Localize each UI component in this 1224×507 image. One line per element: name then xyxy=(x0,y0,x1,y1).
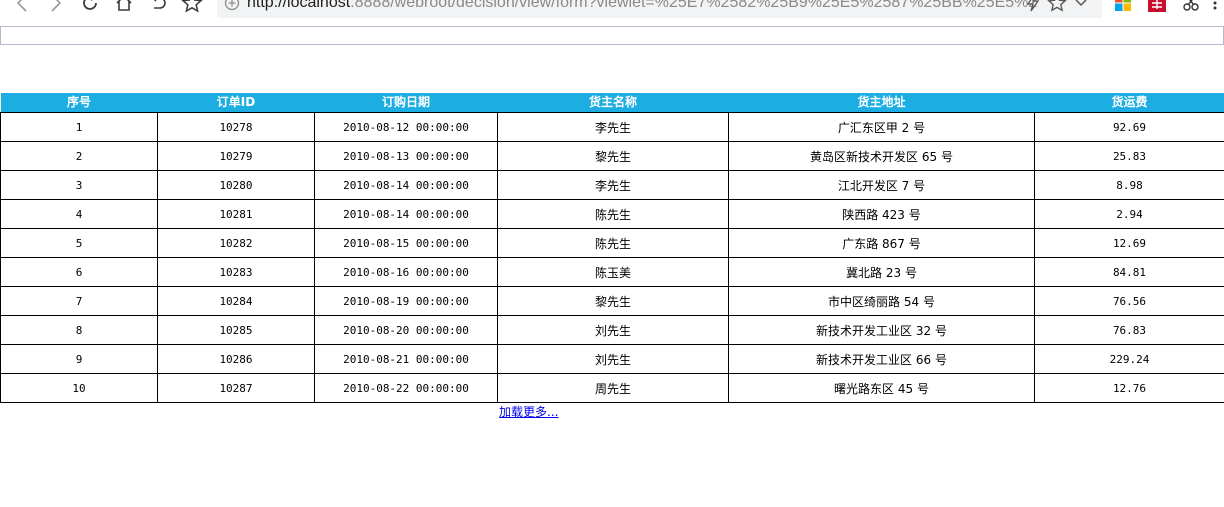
table-row: 10 10287 2010-08-22 00:00:00 周先生 曙光路东区 4… xyxy=(0,373,1224,403)
header-shipper-name: 货主名称 xyxy=(497,93,729,113)
red-app-icon[interactable] xyxy=(1146,0,1168,18)
table-row: 8 10285 2010-08-20 00:00:00 刘先生 新技术开发工业区… xyxy=(0,315,1224,345)
cell-order-date: 2010-08-21 00:00:00 xyxy=(314,344,498,374)
cell-index: 9 xyxy=(0,344,158,374)
cell-order-date: 2010-08-16 00:00:00 xyxy=(314,257,498,287)
cell-shipper-name: 周先生 xyxy=(497,373,729,403)
cell-order-id: 10278 xyxy=(157,112,315,142)
cell-order-date: 2010-08-12 00:00:00 xyxy=(314,112,498,142)
cell-order-id: 10285 xyxy=(157,315,315,345)
table-header-row: 序号 订单ID 订购日期 货主名称 货主地址 货运费 xyxy=(0,93,1224,113)
header-order-date: 订购日期 xyxy=(314,93,498,113)
cell-shipper-name: 李先生 xyxy=(497,112,729,142)
forward-icon[interactable] xyxy=(46,0,66,18)
cell-order-date: 2010-08-22 00:00:00 xyxy=(314,373,498,403)
address-bar[interactable]: http://localhost:8888/webroot/decision/v… xyxy=(217,0,1102,18)
header-freight: 货运费 xyxy=(1034,93,1224,113)
cell-order-id: 10287 xyxy=(157,373,315,403)
bookmark-star-icon[interactable] xyxy=(180,0,204,18)
browser-toolbar: http://localhost:8888/webroot/decision/v… xyxy=(0,0,1224,18)
cell-order-id: 10282 xyxy=(157,228,315,258)
home-icon[interactable] xyxy=(112,0,136,18)
cell-freight: 229.24 xyxy=(1034,344,1224,374)
cell-shipper-address: 市中区绮丽路 54 号 xyxy=(728,286,1035,316)
cell-shipper-address: 曙光路东区 45 号 xyxy=(728,373,1035,403)
cell-shipper-address: 新技术开发工业区 66 号 xyxy=(728,344,1035,374)
cell-shipper-address: 广东路 867 号 xyxy=(728,228,1035,258)
cell-order-id: 10280 xyxy=(157,170,315,200)
cell-order-date: 2010-08-13 00:00:00 xyxy=(314,141,498,171)
lightning-icon[interactable] xyxy=(1023,0,1043,18)
table-row: 1 10278 2010-08-12 00:00:00 李先生 广汇东区甲 2 … xyxy=(0,112,1224,142)
cell-freight: 76.83 xyxy=(1034,315,1224,345)
favorite-star-icon[interactable] xyxy=(1045,0,1069,18)
cell-order-date: 2010-08-19 00:00:00 xyxy=(314,286,498,316)
cell-shipper-name: 陈先生 xyxy=(497,228,729,258)
table-row: 6 10283 2010-08-16 00:00:00 陈玉美 冀北路 23 号… xyxy=(0,257,1224,287)
reload-icon[interactable] xyxy=(78,0,102,18)
cell-shipper-name: 黎先生 xyxy=(497,286,729,316)
cell-order-id: 10283 xyxy=(157,257,315,287)
cell-shipper-name: 陈先生 xyxy=(497,199,729,229)
cell-shipper-name: 刘先生 xyxy=(497,315,729,345)
back-icon[interactable] xyxy=(12,0,32,18)
cell-shipper-address: 黄岛区新技术开发区 65 号 xyxy=(728,141,1035,171)
table-row: 4 10281 2010-08-14 00:00:00 陈先生 陕西路 423 … xyxy=(0,199,1224,229)
cell-shipper-name: 黎先生 xyxy=(497,141,729,171)
cell-shipper-name: 陈玉美 xyxy=(497,257,729,287)
cell-freight: 76.56 xyxy=(1034,286,1224,316)
cell-shipper-address: 江北开发区 7 号 xyxy=(728,170,1035,200)
cell-freight: 92.69 xyxy=(1034,112,1224,142)
cell-freight: 8.98 xyxy=(1034,170,1224,200)
scissors-icon[interactable] xyxy=(1180,0,1202,18)
report-table: 序号 订单ID 订购日期 货主名称 货主地址 货运费 1 10278 2010-… xyxy=(0,93,1224,403)
site-info-icon[interactable] xyxy=(223,0,241,18)
table-row: 5 10282 2010-08-15 00:00:00 陈先生 广东路 867 … xyxy=(0,228,1224,258)
cell-index: 8 xyxy=(0,315,158,345)
windows-logo-icon[interactable] xyxy=(1112,0,1134,18)
cell-shipper-name: 刘先生 xyxy=(497,344,729,374)
cell-shipper-address: 新技术开发工业区 32 号 xyxy=(728,315,1035,345)
cell-order-id: 10286 xyxy=(157,344,315,374)
url-path: :8888/webroot/decision/view/form?viewlet… xyxy=(350,0,1037,11)
cell-index: 1 xyxy=(0,112,158,142)
url-text[interactable]: http://localhost:8888/webroot/decision/v… xyxy=(247,0,1037,18)
load-more-link[interactable]: 加载更多... xyxy=(499,403,558,420)
cell-freight: 25.83 xyxy=(1034,141,1224,171)
cell-order-id: 10279 xyxy=(157,141,315,171)
cell-index: 10 xyxy=(0,373,158,403)
cell-index: 7 xyxy=(0,286,158,316)
cell-order-date: 2010-08-14 00:00:00 xyxy=(314,170,498,200)
cell-index: 5 xyxy=(0,228,158,258)
url-host: http://localhost xyxy=(247,0,351,11)
cell-order-id: 10284 xyxy=(157,286,315,316)
cell-order-id: 10281 xyxy=(157,199,315,229)
cell-freight: 12.76 xyxy=(1034,373,1224,403)
cell-order-date: 2010-08-14 00:00:00 xyxy=(314,199,498,229)
cell-shipper-address: 广汇东区甲 2 号 xyxy=(728,112,1035,142)
undo-icon[interactable] xyxy=(146,0,170,18)
cell-index: 6 xyxy=(0,257,158,287)
header-index: 序号 xyxy=(0,93,158,113)
cell-order-date: 2010-08-20 00:00:00 xyxy=(314,315,498,345)
table-row: 9 10286 2010-08-21 00:00:00 刘先生 新技术开发工业区… xyxy=(0,344,1224,374)
cell-shipper-address: 冀北路 23 号 xyxy=(728,257,1035,287)
menu-icon[interactable] xyxy=(1208,0,1222,18)
cell-order-date: 2010-08-15 00:00:00 xyxy=(314,228,498,258)
cell-freight: 2.94 xyxy=(1034,199,1224,229)
cell-index: 4 xyxy=(0,199,158,229)
cell-freight: 12.69 xyxy=(1034,228,1224,258)
cell-shipper-address: 陕西路 423 号 xyxy=(728,199,1035,229)
dropdown-chevron-icon[interactable] xyxy=(1071,0,1091,18)
cell-freight: 84.81 xyxy=(1034,257,1224,287)
table-row: 2 10279 2010-08-13 00:00:00 黎先生 黄岛区新技术开发… xyxy=(0,141,1224,171)
cell-index: 3 xyxy=(0,170,158,200)
cell-shipper-name: 李先生 xyxy=(497,170,729,200)
cell-index: 2 xyxy=(0,141,158,171)
form-parameter-bar xyxy=(0,26,1224,45)
table-row: 7 10284 2010-08-19 00:00:00 黎先生 市中区绮丽路 5… xyxy=(0,286,1224,316)
header-order-id: 订单ID xyxy=(157,93,315,113)
table-row: 3 10280 2010-08-14 00:00:00 李先生 江北开发区 7 … xyxy=(0,170,1224,200)
header-shipper-address: 货主地址 xyxy=(728,93,1035,113)
